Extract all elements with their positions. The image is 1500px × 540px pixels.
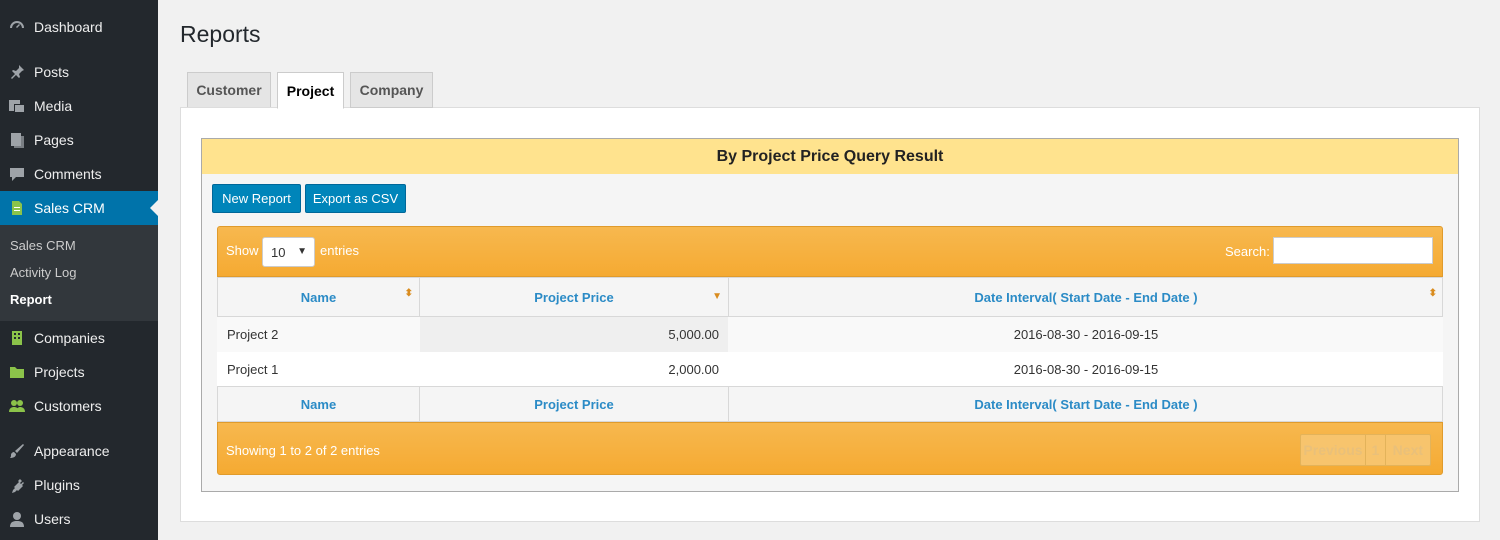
tab-company[interactable]: Company <box>350 72 433 108</box>
new-report-button[interactable]: New Report <box>212 184 301 213</box>
show-label: Show <box>226 243 259 258</box>
tab-customer[interactable]: Customer <box>187 72 271 108</box>
column-header-label: Date Interval( Start Date - End Date ) <box>974 289 1198 305</box>
admin-sidebar: Dashboard Posts Media Pages Comments Sal… <box>0 0 158 540</box>
submenu-item-sales-crm[interactable]: Sales CRM <box>10 238 76 253</box>
sort-desc-icon: ▼ <box>712 291 722 302</box>
building-icon <box>7 328 27 348</box>
menu-item-plugins[interactable]: Plugins <box>0 468 158 502</box>
table-info: Showing 1 to 2 of 2 entries <box>226 443 380 458</box>
user-icon <box>7 509 27 529</box>
media-icon <box>7 96 27 116</box>
column-header-label: Name <box>300 289 337 305</box>
menu-label: Pages <box>34 132 74 148</box>
menu-label: Comments <box>34 166 102 182</box>
table-info-bar <box>217 422 1443 475</box>
page-title: Reports <box>180 21 261 47</box>
menu-label: Users <box>34 511 71 527</box>
brush-icon <box>7 441 27 461</box>
menu-item-customers[interactable]: Customers <box>0 389 158 423</box>
footer-name: Name <box>218 387 420 421</box>
submenu-item-report[interactable]: Report <box>10 292 52 307</box>
entries-value: 10 <box>271 244 286 260</box>
menu-label: Posts <box>34 64 70 80</box>
column-header-interval[interactable]: Date Interval( Start Date - End Date ) ⬍ <box>729 278 1443 316</box>
cell-interval: 2016-08-30 - 2016-09-15 <box>1013 362 1159 377</box>
menu-label: Companies <box>34 330 105 346</box>
cell-price: 2,000.00 <box>668 362 719 377</box>
submenu-item-activity-log[interactable]: Activity Log <box>10 265 76 280</box>
pagination-next[interactable]: Next <box>1385 435 1430 465</box>
table-row: Project 1 2,000.00 2016-08-30 - 2016-09-… <box>217 352 1443 387</box>
menu-item-posts[interactable]: Posts <box>0 55 158 89</box>
cell-interval: 2016-08-30 - 2016-09-15 <box>1013 327 1159 342</box>
column-header-name[interactable]: Name ⬍ <box>218 278 420 316</box>
menu-label: Customers <box>34 398 102 414</box>
menu-item-sales-crm[interactable]: Sales CRM <box>0 191 158 225</box>
table-footer: Name Project Price Date Interval( Start … <box>217 386 1443 422</box>
footer-interval: Date Interval( Start Date - End Date ) <box>974 396 1198 412</box>
dashboard-icon <box>7 17 27 37</box>
caret-down-icon: ▼ <box>297 246 307 257</box>
column-header-label: Project Price <box>534 289 614 305</box>
cell-name: Project 2 <box>227 327 279 342</box>
search-label: Search: <box>1225 244 1270 259</box>
sales-crm-submenu: Sales CRM Activity Log Report <box>0 225 158 321</box>
menu-label: Sales CRM <box>34 200 105 216</box>
pagination-previous[interactable]: Previous <box>1301 435 1366 465</box>
table-row: Project 2 5,000.00 2016-08-30 - 2016-09-… <box>217 317 1443 352</box>
menu-label: Appearance <box>34 443 110 459</box>
cell-name: Project 1 <box>227 362 279 377</box>
cell-price: 5,000.00 <box>420 317 728 352</box>
pages-icon <box>7 130 27 150</box>
menu-label: Media <box>34 98 73 114</box>
pin-icon <box>7 62 27 82</box>
footer-price: Project Price <box>420 387 729 421</box>
menu-item-comments[interactable]: Comments <box>0 157 158 191</box>
plug-icon <box>7 475 27 495</box>
menu-item-appearance[interactable]: Appearance <box>0 434 158 468</box>
column-header-price[interactable]: Project Price ▼ <box>420 278 729 316</box>
menu-item-projects[interactable]: Projects <box>0 355 158 389</box>
export-csv-button[interactable]: Export as CSV <box>305 184 406 213</box>
menu-item-dashboard[interactable]: Dashboard <box>0 10 158 44</box>
menu-item-pages[interactable]: Pages <box>0 123 158 157</box>
sort-both-icon: ⬍ <box>404 288 413 299</box>
tab-project[interactable]: Project <box>277 72 344 109</box>
pagination-page-1[interactable]: 1 <box>1366 435 1386 465</box>
search-input[interactable] <box>1273 237 1433 264</box>
entries-label: entries <box>320 243 360 258</box>
menu-item-users[interactable]: Users <box>0 502 158 536</box>
menu-label: Projects <box>34 364 85 380</box>
group-icon <box>7 396 27 416</box>
menu-item-companies[interactable]: Companies <box>0 321 158 355</box>
table-header: Name ⬍ Project Price ▼ Date Interval( St… <box>217 277 1443 317</box>
pagination: Previous 1 Next <box>1300 434 1431 466</box>
comment-icon <box>7 164 27 184</box>
menu-label: Plugins <box>34 477 80 493</box>
result-heading: By Project Price Query Result <box>202 139 1458 174</box>
sort-both-icon: ⬍ <box>1428 288 1437 299</box>
folder-icon <box>7 362 27 382</box>
menu-item-media[interactable]: Media <box>0 89 158 123</box>
entries-select[interactable]: 10 ▼ <box>262 237 315 267</box>
menu-label: Dashboard <box>34 19 103 35</box>
document-icon <box>7 198 27 218</box>
